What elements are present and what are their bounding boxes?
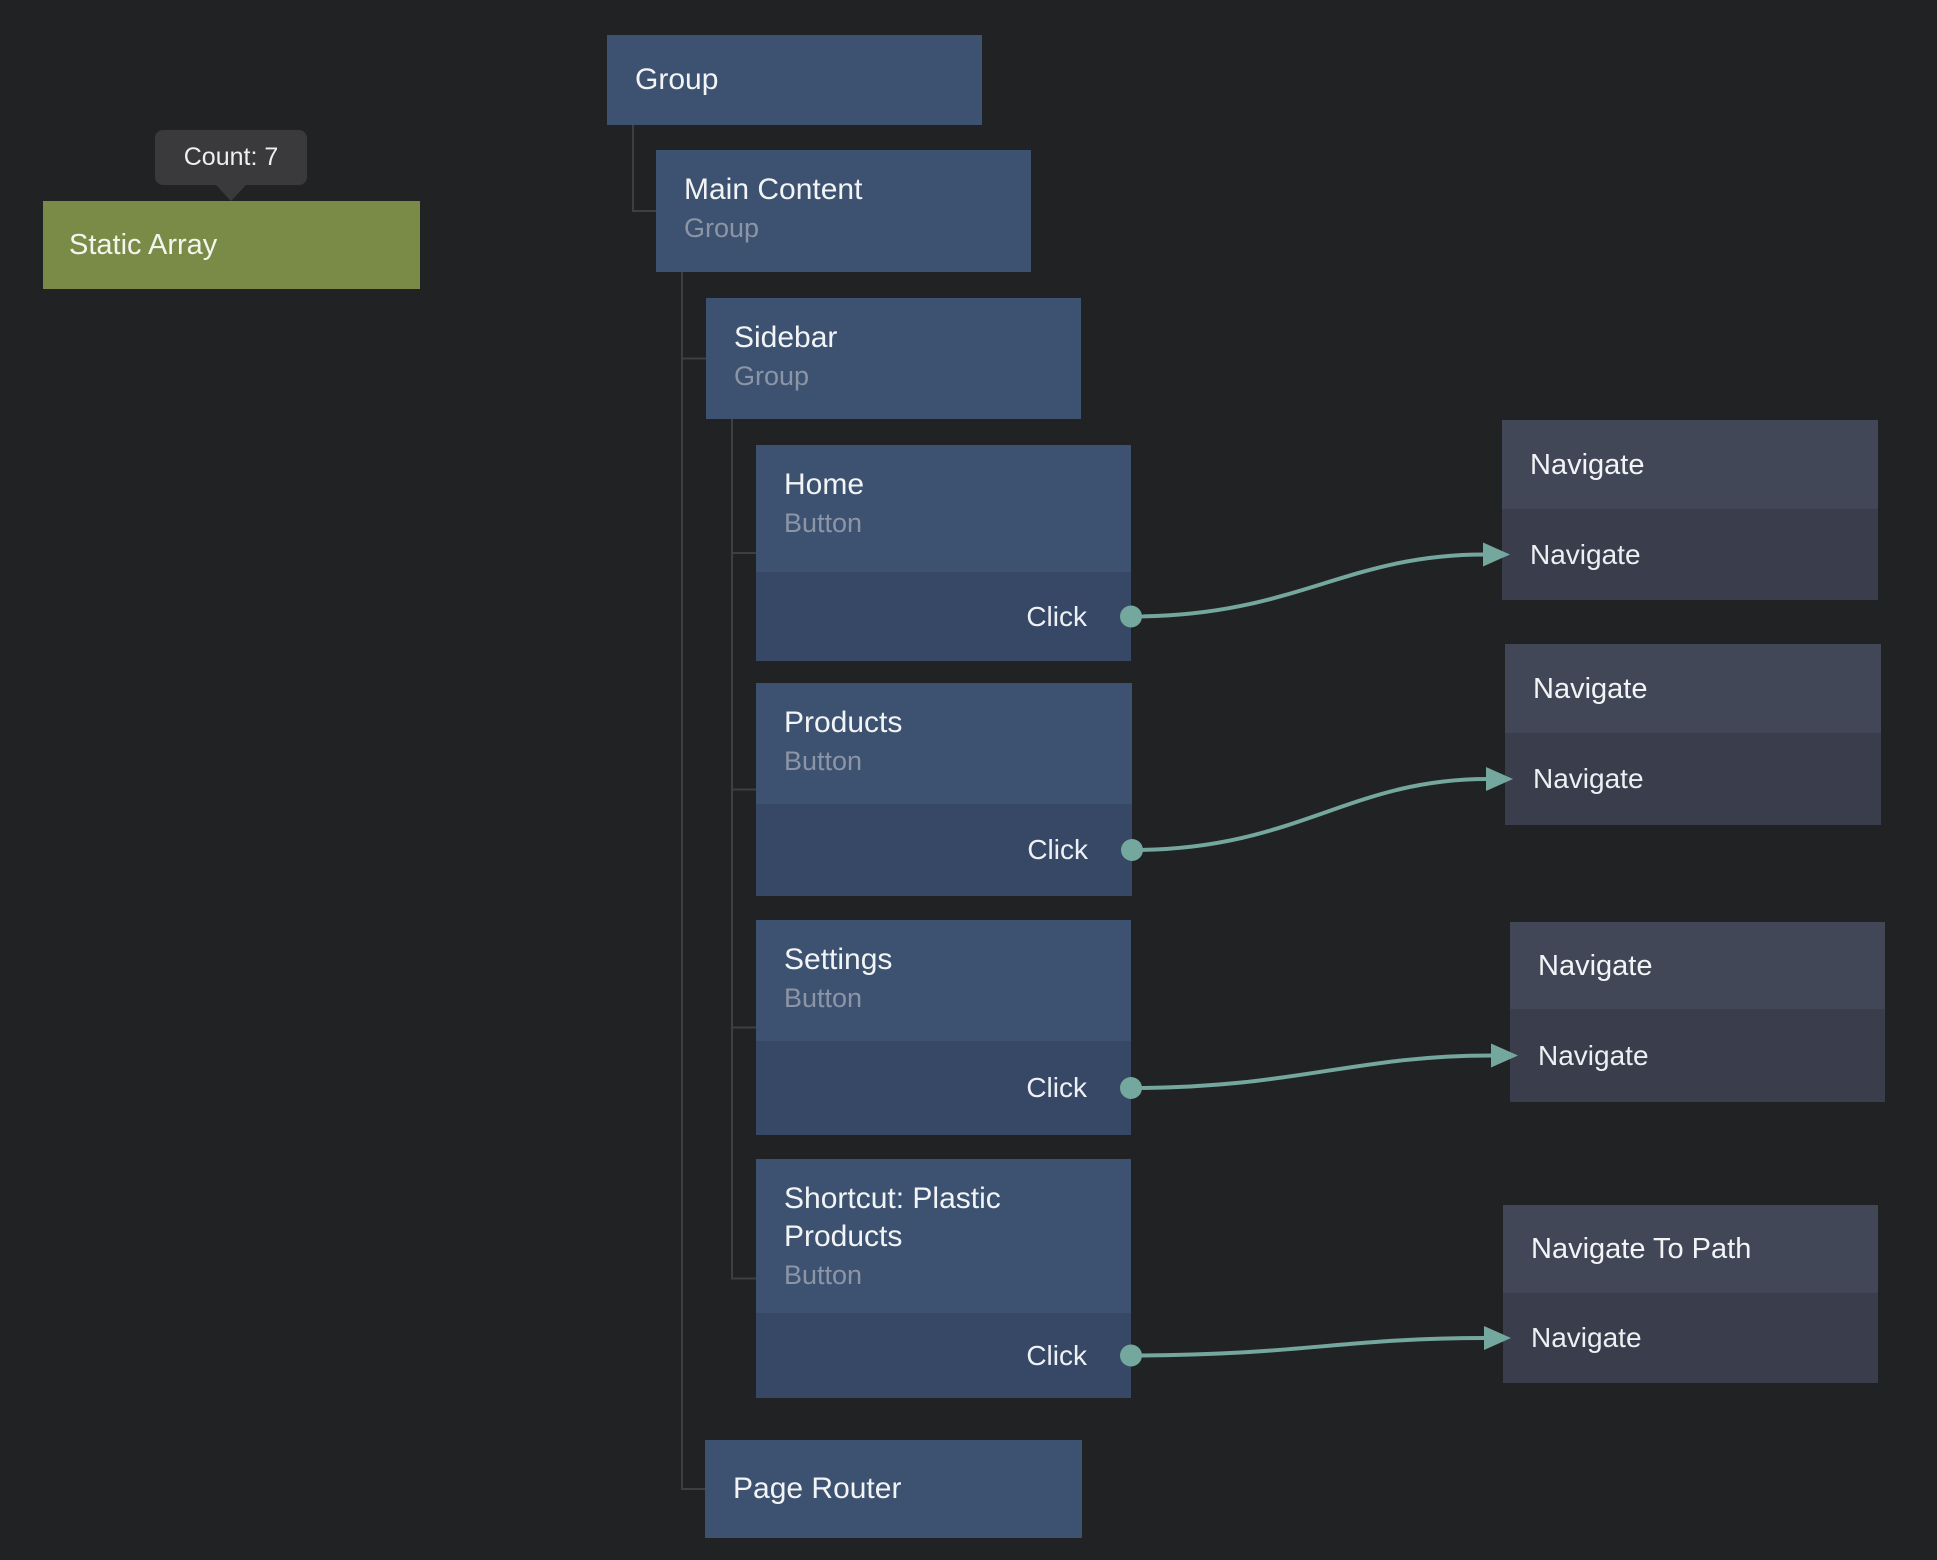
node-static-array[interactable]: Static Array [43, 201, 420, 289]
wire-settings-click-to-navigate-3[interactable] [1131, 1056, 1492, 1089]
count-tooltip-label: Count: 7 [184, 143, 279, 172]
tree-connector-main-content-to-sidebar [682, 272, 706, 359]
node-subtitle: Group [734, 359, 1061, 393]
node-graph-canvas: Static ArrayGroupMain ContentGroupSideba… [0, 0, 1937, 1560]
tree-connector-sidebar-to-products [732, 419, 756, 790]
node-title: Shortcut: Plastic Products [784, 1180, 1075, 1256]
node-navigate-2[interactable]: Navigate Navigate [1505, 644, 1881, 825]
node-subtitle: Button [784, 744, 1076, 778]
node-output-row: Click [756, 1041, 1131, 1135]
node-navigate-to-path[interactable]: Navigate To Path Navigate [1503, 1205, 1878, 1383]
node-output-row: Click [756, 804, 1132, 896]
node-header: Navigate [1505, 644, 1881, 733]
node-text: Static Array [69, 226, 217, 264]
action-row-label: Navigate [1531, 1322, 1642, 1354]
tree-connector-sidebar-to-settings [732, 419, 756, 1028]
action-row-label: Navigate [1538, 1040, 1649, 1072]
node-title: Home [784, 466, 1075, 504]
node-title: Navigate [1538, 947, 1652, 985]
node-navigate-1[interactable]: Navigate Navigate [1502, 420, 1878, 600]
node-text: Page Router [733, 1470, 901, 1508]
node-output-row: Click [756, 572, 1131, 661]
node-title: Group [635, 61, 718, 99]
click-output-port-settings[interactable] [1120, 1077, 1142, 1099]
node-subtitle: Button [784, 981, 1075, 1015]
node-title: Static Array [69, 226, 217, 264]
node-products[interactable]: ProductsButton Click [756, 683, 1132, 896]
tooltip-caret-icon [216, 185, 246, 201]
action-row-label: Navigate [1530, 539, 1641, 571]
node-subtitle: Button [784, 506, 1075, 540]
node-text: Main ContentGroup [684, 171, 1011, 245]
tree-connector-sidebar-to-shortcut-plastic-products [732, 419, 756, 1279]
node-header: Navigate [1510, 922, 1885, 1009]
count-tooltip: Count: 7 [155, 130, 307, 185]
node-group[interactable]: Group [607, 35, 982, 125]
node-title: Sidebar [734, 319, 1061, 357]
click-port-label: Click [1026, 601, 1087, 633]
node-navigate-3[interactable]: Navigate Navigate [1510, 922, 1885, 1102]
wire-home-click-to-navigate-1[interactable] [1131, 555, 1484, 617]
node-header: Navigate To Path [1503, 1205, 1878, 1293]
wire-shortcut-plastic-products-click-to-navigate-to-path[interactable] [1131, 1338, 1485, 1356]
click-output-port-home[interactable] [1120, 606, 1142, 628]
node-home[interactable]: HomeButton Click [756, 445, 1131, 661]
tree-connector-main-content-to-page-router [682, 272, 705, 1489]
node-subtitle: Button [784, 1258, 1075, 1292]
node-input-row[interactable]: Navigate [1505, 733, 1881, 825]
action-row-label: Navigate [1533, 763, 1644, 795]
click-port-label: Click [1026, 1072, 1087, 1104]
wire-products-click-to-navigate-2[interactable] [1132, 779, 1487, 850]
node-text: Group [635, 61, 718, 99]
node-title: Products [784, 704, 1076, 742]
node-title: Main Content [684, 171, 1011, 209]
node-title: Page Router [733, 1470, 901, 1508]
node-title: Navigate To Path [1531, 1230, 1751, 1268]
node-page-router[interactable]: Page Router [705, 1440, 1082, 1538]
node-subtitle: Group [684, 211, 1011, 245]
tree-connector-group-to-main-content [633, 125, 656, 211]
node-input-row[interactable]: Navigate [1510, 1009, 1885, 1102]
node-title: Navigate [1533, 670, 1647, 708]
node-title: Settings [784, 941, 1075, 979]
click-port-label: Click [1027, 834, 1088, 866]
node-input-row[interactable]: Navigate [1503, 1293, 1878, 1383]
node-header: Navigate [1502, 420, 1878, 509]
click-output-port-shortcut-plastic-products[interactable] [1120, 1345, 1142, 1367]
node-title: Navigate [1530, 446, 1644, 484]
node-main-content[interactable]: Main ContentGroup [656, 150, 1031, 272]
node-header: HomeButton [756, 445, 1131, 572]
node-sidebar[interactable]: SidebarGroup [706, 298, 1081, 419]
click-port-label: Click [1026, 1340, 1087, 1372]
node-settings[interactable]: SettingsButton Click [756, 920, 1131, 1135]
node-output-row: Click [756, 1313, 1131, 1398]
node-header: ProductsButton [756, 683, 1132, 804]
node-input-row[interactable]: Navigate [1502, 509, 1878, 600]
node-text: SidebarGroup [734, 319, 1061, 393]
node-header: SettingsButton [756, 920, 1131, 1041]
node-shortcut-plastic-products[interactable]: Shortcut: Plastic ProductsButton Click [756, 1159, 1131, 1398]
click-output-port-products[interactable] [1121, 839, 1143, 861]
tree-connector-sidebar-to-home [732, 419, 756, 553]
node-header: Shortcut: Plastic ProductsButton [756, 1159, 1131, 1313]
